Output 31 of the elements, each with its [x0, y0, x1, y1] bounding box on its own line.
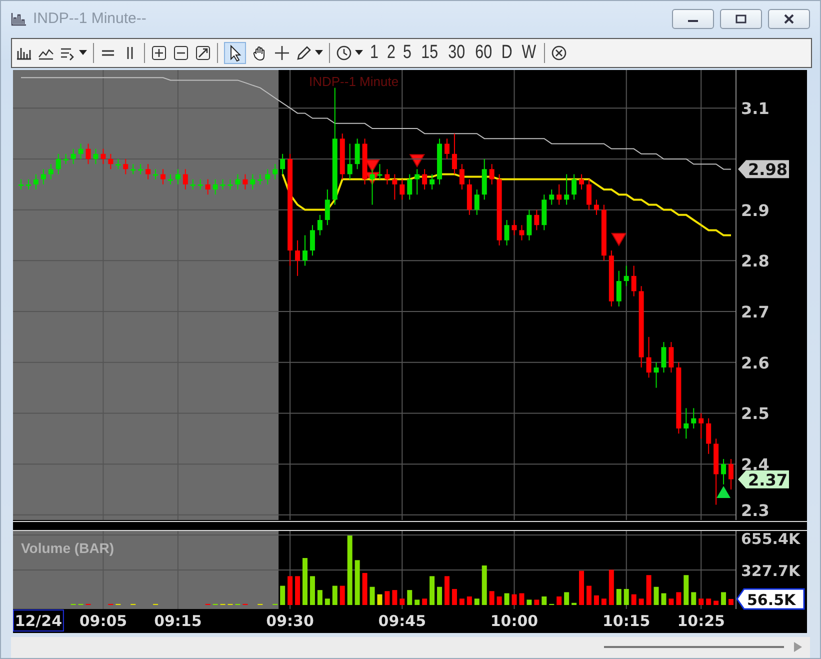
- period-button[interactable]: 15: [419, 42, 440, 64]
- price-axis-label: 2.6: [741, 352, 770, 372]
- price-axis-label: 2.9: [741, 200, 770, 220]
- price-axis-label: 2.5: [741, 404, 770, 423]
- time-axis-label: 10:15: [602, 612, 650, 630]
- period-button[interactable]: 60: [474, 42, 494, 64]
- price-label: 2.98: [738, 160, 789, 179]
- window-title: INDP--1 Minute--: [33, 10, 146, 28]
- volume-label: 56.5K: [736, 588, 805, 610]
- time-axis-label: 09:45: [378, 612, 426, 630]
- time-axis-label: 09:15: [154, 612, 202, 630]
- period-button[interactable]: 5: [402, 42, 414, 64]
- volume-title: Volume (BAR): [21, 540, 114, 556]
- chart-title: INDP--1 Minute: [309, 74, 399, 88]
- price-label: 2.37: [738, 470, 789, 489]
- period-button[interactable]: 30: [446, 42, 466, 64]
- period-button[interactable]: D: [500, 42, 514, 64]
- time-axis-label: 09:30: [266, 612, 314, 630]
- price-axis-label: 2.8: [741, 251, 770, 270]
- price-axis-label: 2.7: [741, 302, 770, 322]
- period-button[interactable]: 1: [368, 42, 380, 64]
- period-button[interactable]: 2: [385, 42, 397, 64]
- price-axis-label: 2.3: [741, 500, 770, 520]
- volume-axis-label: 655.4K: [741, 530, 800, 548]
- time-axis-label: 09:05: [79, 612, 128, 630]
- volume-axis-label: 327.7K: [741, 562, 800, 580]
- date-label: 12/24: [13, 609, 64, 631]
- time-axis-label: 10:25: [677, 612, 725, 630]
- price-axis-label: 3.1: [741, 98, 770, 118]
- time-axis-label: 10:00: [490, 612, 538, 630]
- period-button[interactable]: W: [520, 42, 538, 64]
